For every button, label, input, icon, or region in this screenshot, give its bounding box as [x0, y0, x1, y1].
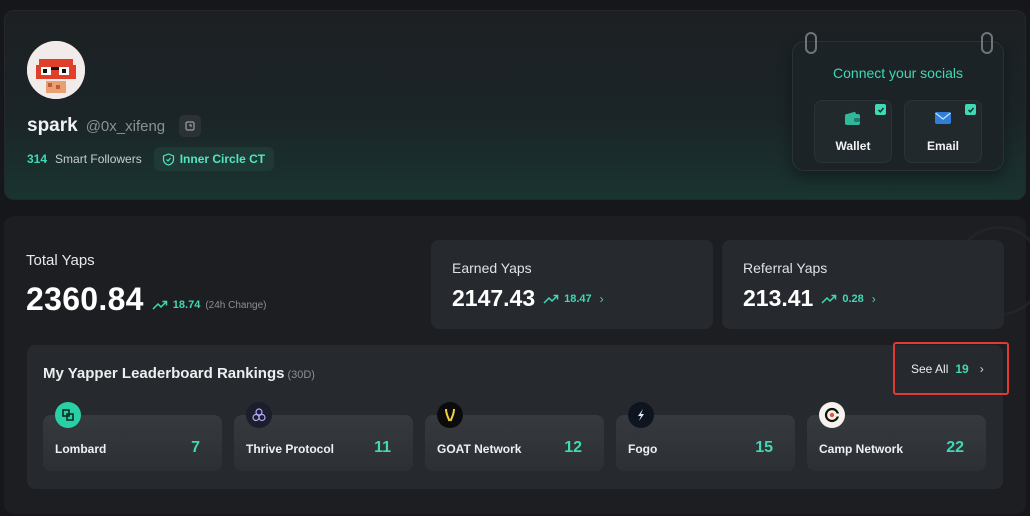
mail-icon	[935, 112, 951, 124]
profile-card: spark @0x_xifeng 314 Smart Followers Inn…	[4, 10, 1026, 200]
email-label: Email	[926, 139, 959, 153]
goat-logo-icon	[437, 402, 463, 428]
fogo-logo-icon	[628, 402, 654, 428]
project-rank: 22	[946, 439, 964, 456]
referral-change-value: 0.28	[842, 292, 864, 305]
earned-yaps-card[interactable]: Earned Yaps 2147.43 18.47 ›	[431, 240, 713, 329]
project-card-thrive[interactable]: Thrive Protocol 11	[234, 402, 413, 471]
project-card-goat[interactable]: GOAT Network 12	[425, 402, 604, 471]
followers-row: 314 Smart Followers Inner Circle CT	[27, 147, 275, 171]
project-name: GOAT Network	[437, 442, 522, 456]
project-rank: 11	[374, 439, 391, 456]
badge-label: Inner Circle CT	[179, 152, 266, 166]
total-yaps: Total Yaps 2360.84 18.74 (24h Change)	[26, 252, 266, 318]
leaderboard-period: (30D)	[287, 369, 315, 381]
project-card-lombard[interactable]: Lombard 7	[43, 402, 222, 471]
earned-change-value: 18.47	[564, 292, 592, 305]
copy-icon	[185, 121, 195, 131]
connected-check-icon	[965, 104, 976, 115]
see-all-count: 19	[955, 361, 969, 376]
handle: @0x_xifeng	[85, 117, 166, 135]
lombard-logo-icon	[55, 402, 81, 428]
leaderboard-title: My Yapper Leaderboard Rankings (30D)	[43, 365, 315, 382]
see-all-label: See All	[911, 361, 949, 376]
project-card-camp[interactable]: Camp Network 22	[807, 402, 986, 471]
chevron-right-icon: ›	[979, 361, 984, 376]
project-rank: 12	[564, 439, 582, 456]
yaps-stats-panel: Total Yaps 2360.84 18.74 (24h Change) Ea…	[4, 216, 1030, 514]
chevron-right-icon: ›	[871, 291, 876, 306]
project-name: Camp Network	[819, 442, 904, 456]
project-rank: 7	[191, 439, 200, 456]
connect-socials-card: Connect your socials Wallet Email	[792, 32, 1004, 171]
earned-yaps-label: Earned Yaps	[452, 260, 532, 276]
chevron-right-icon: ›	[599, 291, 604, 306]
referral-yaps-label: Referral Yaps	[743, 260, 828, 276]
socials-title: Connect your socials	[833, 65, 963, 81]
username-row: spark @0x_xifeng	[27, 115, 202, 137]
total-yaps-change: 18.74 (24h Change)	[152, 299, 267, 311]
total-change-value: 18.74	[172, 299, 201, 311]
trend-up-icon	[152, 300, 168, 310]
change-note: (24h Change)	[205, 299, 267, 311]
wallet-button[interactable]: Wallet	[814, 100, 892, 163]
project-name: Thrive Protocol	[246, 442, 335, 456]
shield-icon	[162, 152, 174, 166]
project-name: Lombard	[55, 442, 107, 456]
leaderboard-rankings: My Yapper Leaderboard Rankings (30D) See …	[27, 342, 1009, 489]
project-name: Fogo	[628, 442, 658, 456]
total-yaps-value: 2360.84	[26, 281, 144, 317]
connected-check-icon	[875, 104, 886, 115]
leaderboard-title-text: My Yapper Leaderboard Rankings	[43, 365, 285, 382]
wallet-icon	[845, 111, 860, 125]
wallet-label: Wallet	[835, 139, 871, 153]
trend-up-icon	[821, 294, 837, 304]
camp-logo-icon	[819, 402, 845, 428]
project-rank: 15	[755, 439, 773, 456]
smart-followers-label: Smart Followers	[55, 152, 142, 166]
binder-ring-icon	[805, 32, 817, 54]
project-card-fogo[interactable]: Fogo 15	[616, 402, 795, 471]
smart-followers-count: 314	[27, 152, 48, 166]
inner-circle-badge[interactable]: Inner Circle CT	[153, 147, 275, 171]
display-name: spark	[27, 115, 78, 136]
referral-yaps-value: 213.41	[743, 285, 814, 311]
avatar[interactable]	[27, 41, 85, 99]
see-all-button[interactable]: See All 19 ›	[893, 342, 1009, 395]
thrive-logo-icon	[246, 402, 272, 428]
email-button[interactable]: Email	[904, 100, 982, 163]
total-yaps-label: Total Yaps	[26, 252, 95, 269]
copy-handle-button[interactable]	[179, 115, 202, 137]
referral-yaps-card[interactable]: Referral Yaps 213.41 0.28 ›	[722, 240, 1004, 329]
earned-yaps-value: 2147.43	[452, 285, 536, 311]
trend-up-icon	[543, 294, 559, 304]
binder-ring-icon	[981, 32, 993, 54]
